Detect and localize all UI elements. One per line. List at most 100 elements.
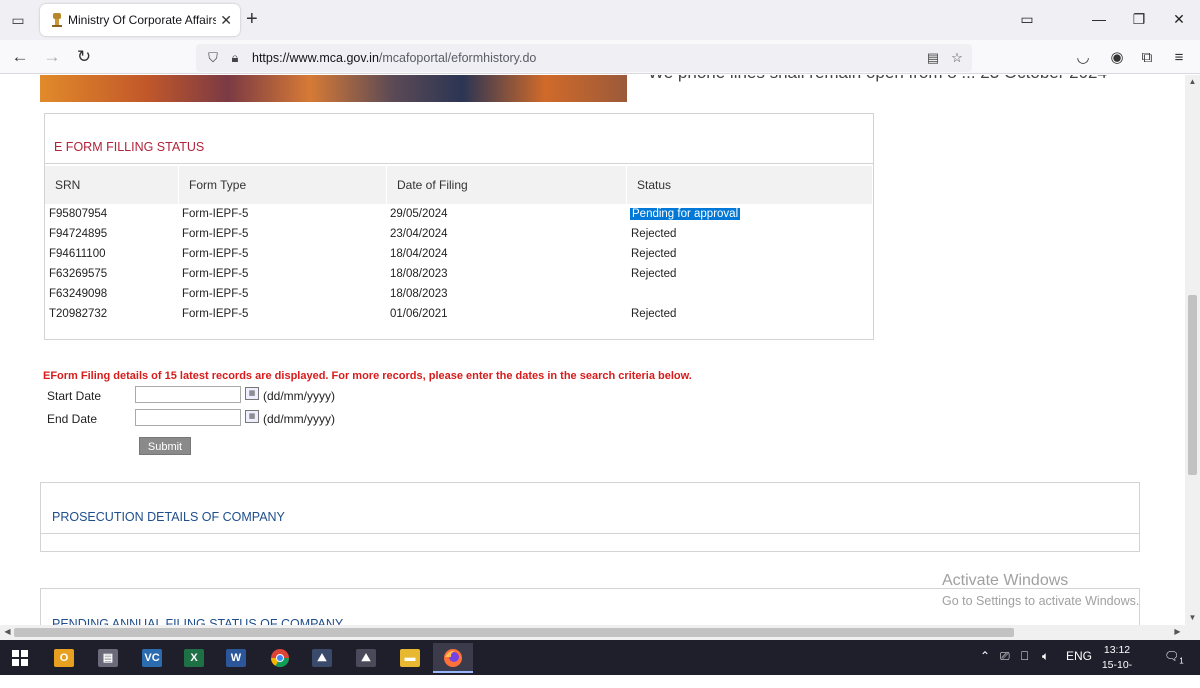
table-row: F95807954 Form-IEPF-5 29/05/2024 Pending… bbox=[45, 206, 873, 226]
activate-windows-subtitle: Go to Settings to activate Windows. bbox=[942, 594, 1140, 608]
cell-status: Pending for approval bbox=[630, 208, 741, 220]
outlook-icon[interactable]: O bbox=[44, 643, 84, 673]
start-date-input[interactable] bbox=[135, 386, 241, 403]
cell-date: 01/06/2021 bbox=[390, 308, 448, 320]
scrollbar-corner bbox=[1185, 625, 1200, 640]
scroll-down-icon[interactable]: ▼ bbox=[1185, 613, 1200, 622]
pending-filing-panel-title: PENDING ANNUAL FILING STATUS OF COMPANY bbox=[52, 617, 344, 625]
bookmark-star-icon[interactable]: ☆ bbox=[948, 49, 966, 67]
start-calendar-icon[interactable]: ▦ bbox=[245, 387, 259, 400]
chrome-icon[interactable] bbox=[260, 643, 300, 673]
show-hidden-icons-icon[interactable]: ⌃ bbox=[980, 649, 990, 663]
minimize-icon[interactable]: — bbox=[1088, 8, 1110, 30]
word-icon[interactable]: W bbox=[216, 643, 256, 673]
cell-date: 29/05/2024 bbox=[390, 208, 448, 220]
scroll-right-icon[interactable]: ▶ bbox=[1170, 627, 1185, 636]
account-icon[interactable]: ◉ bbox=[1106, 47, 1128, 69]
eform-table-header: SRN Form Type Date of Filing Status bbox=[45, 166, 873, 204]
scroll-up-icon[interactable]: ▲ bbox=[1185, 77, 1200, 86]
scroll-left-icon[interactable]: ◀ bbox=[0, 627, 15, 636]
reader-view-icon[interactable]: ▤ bbox=[924, 49, 942, 67]
restore-tab-window-icon[interactable]: ▭ bbox=[1016, 8, 1038, 30]
extensions-icon[interactable]: ⧉ bbox=[1136, 47, 1158, 69]
cell-srn[interactable]: F95807954 bbox=[49, 208, 107, 220]
reload-icon[interactable]: ↻ bbox=[72, 46, 96, 68]
prosecution-panel: PROSECUTION DETAILS OF COMPANY bbox=[40, 482, 1140, 552]
network-icon[interactable]: ⎕ bbox=[1021, 649, 1028, 664]
notifications-icon[interactable]: 🗨︎1 bbox=[1164, 649, 1184, 665]
end-date-input[interactable] bbox=[135, 409, 241, 426]
cell-status: Rejected bbox=[631, 308, 677, 320]
vertical-scroll-thumb[interactable] bbox=[1188, 295, 1197, 475]
col-form-type: Form Type bbox=[179, 166, 387, 204]
cell-date: 23/04/2024 bbox=[390, 228, 448, 240]
emblem-favicon-icon bbox=[52, 13, 62, 27]
table-row: T20982732 Form-IEPF-5 01/06/2021 Rejecte… bbox=[45, 306, 873, 326]
records-notice: EForm Filing details of 15 latest record… bbox=[43, 370, 692, 382]
cell-form-type: Form-IEPF-5 bbox=[182, 208, 249, 220]
table-row: F94724895 Form-IEPF-5 23/04/2024 Rejecte… bbox=[45, 226, 873, 246]
cell-status: Rejected bbox=[631, 228, 677, 240]
start-date-label: Start Date bbox=[47, 389, 102, 403]
cell-form-type: Form-IEPF-5 bbox=[182, 268, 249, 280]
volume-icon[interactable]: 🔈︎ bbox=[1042, 649, 1049, 664]
vertical-scrollbar[interactable]: ▲ ▼ bbox=[1185, 75, 1200, 625]
cell-srn[interactable]: F94611100 bbox=[49, 248, 105, 260]
folder-icon[interactable]: ▬ bbox=[390, 643, 430, 673]
cell-srn[interactable]: F63249098 bbox=[49, 288, 107, 300]
col-date-of-filing: Date of Filing bbox=[387, 166, 627, 204]
shield-icon[interactable]: ⛉ bbox=[204, 49, 222, 67]
cell-srn[interactable]: F94724895 bbox=[49, 228, 107, 240]
submit-button[interactable]: Submit bbox=[139, 437, 191, 455]
end-date-label: End Date bbox=[47, 412, 98, 426]
firefox-icon[interactable] bbox=[433, 643, 473, 673]
app-icon[interactable]: ⛰ bbox=[302, 643, 342, 673]
excel-icon[interactable]: X bbox=[174, 643, 214, 673]
vc-app-icon[interactable]: VC bbox=[132, 643, 172, 673]
pocket-icon[interactable]: ◡ bbox=[1072, 47, 1094, 69]
system-clock[interactable]: 13:12 15-10-2024 bbox=[1092, 643, 1142, 688]
table-row: F94611100 Form-IEPF-5 18/04/2024 Rejecte… bbox=[45, 246, 873, 266]
banner-note: We phone lines shall remain open from 8 … bbox=[648, 75, 1107, 83]
new-tab-icon[interactable]: + bbox=[246, 8, 258, 30]
cell-form-type: Form-IEPF-5 bbox=[182, 248, 249, 260]
horizontal-scroll-thumb[interactable] bbox=[14, 628, 1014, 637]
close-window-icon[interactable]: ✕ bbox=[1168, 8, 1190, 30]
eform-panel-header: E FORM FILLING STATUS bbox=[45, 114, 873, 164]
horizontal-scrollbar[interactable]: ◀ ▶ bbox=[0, 625, 1185, 640]
meet-now-icon[interactable]: ⎚ bbox=[1000, 649, 1010, 664]
browser-tab[interactable]: Ministry Of Corporate Affairs - I ✕ bbox=[40, 4, 240, 36]
close-tab-icon[interactable]: ✕ bbox=[220, 11, 232, 29]
cell-form-type: Form-IEPF-5 bbox=[182, 288, 249, 300]
language-indicator[interactable]: ENG bbox=[1066, 649, 1092, 663]
back-icon[interactable]: ← bbox=[8, 46, 32, 68]
list-all-tabs-icon[interactable]: ▭ bbox=[6, 8, 30, 32]
forward-icon[interactable]: → bbox=[40, 46, 64, 68]
cell-form-type: Form-IEPF-5 bbox=[182, 228, 249, 240]
col-status: Status bbox=[627, 166, 873, 204]
address-bar[interactable]: ⛉ 🔒︎ https://www.mca.gov.in/mcafoportal/… bbox=[196, 44, 972, 72]
tab-title: Ministry Of Corporate Affairs - I bbox=[68, 13, 216, 27]
windows-taskbar: O ▤ VC X W ⛰ ⛰ ▬ ⌃ ⎚ ⎕ 🔈︎ ENG 13:12 15-1… bbox=[0, 640, 1200, 686]
cell-srn[interactable]: F63269575 bbox=[49, 268, 107, 280]
file-tool-icon[interactable]: ▤ bbox=[88, 643, 128, 673]
table-row: F63269575 Form-IEPF-5 18/08/2023 Rejecte… bbox=[45, 266, 873, 286]
url-text[interactable]: https://www.mca.gov.in/mcafoportal/eform… bbox=[252, 51, 536, 65]
eform-status-panel: E FORM FILLING STATUS SRN Form Type Date… bbox=[44, 113, 874, 340]
menu-icon[interactable]: ≡ bbox=[1168, 47, 1190, 69]
table-row: F63249098 Form-IEPF-5 18/08/2023 bbox=[45, 286, 873, 306]
windows-start-icon[interactable] bbox=[0, 643, 40, 673]
url-domain: https://www.mca.gov.in bbox=[252, 51, 379, 65]
clock-time: 13:12 bbox=[1103, 644, 1131, 656]
end-calendar-icon[interactable]: ▦ bbox=[245, 410, 259, 423]
cell-status: Rejected bbox=[631, 268, 677, 280]
clock-date: 15-10-2024 bbox=[1101, 659, 1133, 686]
maximize-icon[interactable]: ❐ bbox=[1128, 8, 1150, 30]
cell-srn[interactable]: T20982732 bbox=[49, 308, 107, 320]
activate-windows-title: Activate Windows bbox=[942, 572, 1069, 589]
lock-icon[interactable]: 🔒︎ bbox=[226, 49, 244, 67]
notification-count: 1 bbox=[1179, 656, 1184, 666]
end-date-format-hint: (dd/mm/yyyy) bbox=[263, 412, 335, 426]
cell-date: 18/08/2023 bbox=[390, 268, 448, 280]
app-icon[interactable]: ⛰ bbox=[346, 643, 386, 673]
